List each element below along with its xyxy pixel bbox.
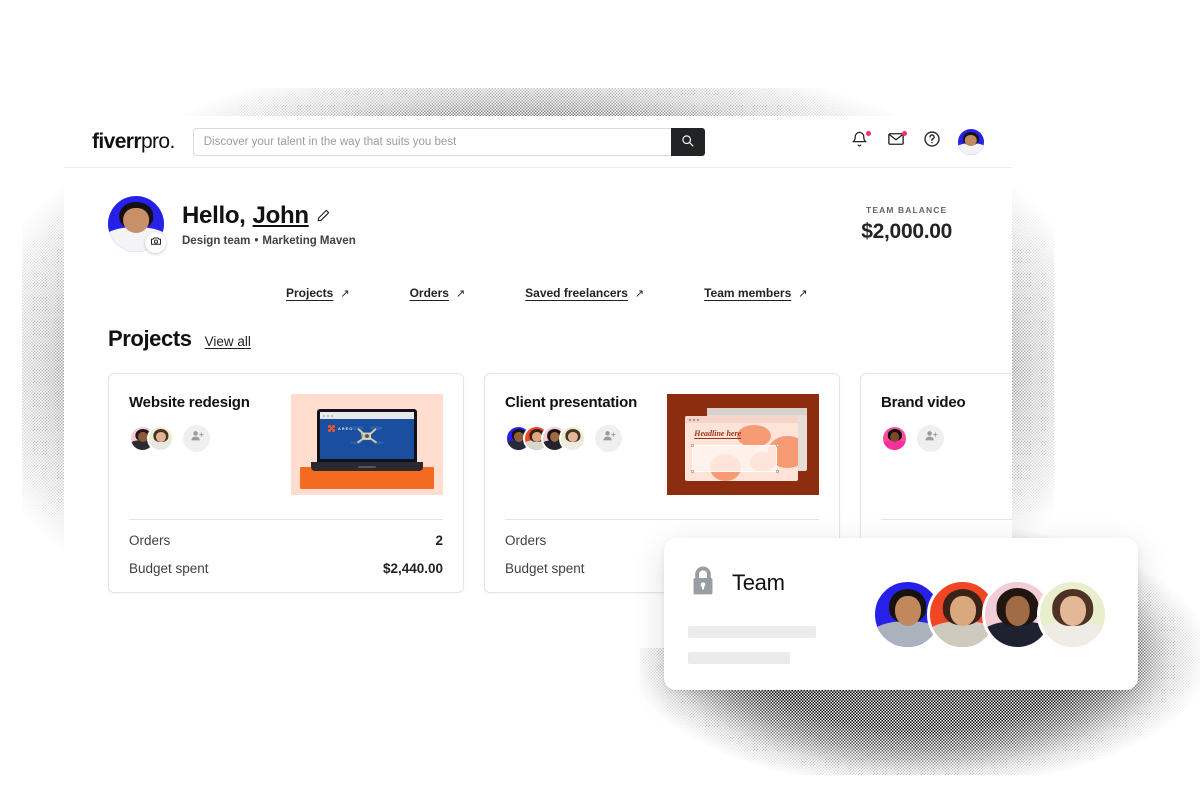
project-title: Website redesign: [129, 394, 250, 411]
member-avatar[interactable]: [147, 425, 174, 452]
quick-link-projects[interactable]: Projects ↗: [286, 286, 350, 300]
stat-label: Orders: [129, 533, 171, 548]
project-card[interactable]: Website redesign AREO Orders 2 Budget sp…: [108, 373, 464, 593]
top-navigation-bar: fiverrpro.: [64, 116, 1012, 168]
card-divider: [881, 519, 1012, 520]
project-thumbnail: AREO: [291, 394, 443, 495]
quick-link-saved-freelancers[interactable]: Saved freelancers ↗: [525, 286, 644, 300]
project-members: [129, 425, 291, 452]
member-avatar[interactable]: [881, 425, 908, 452]
stat-value: $2,440.00: [382, 561, 443, 576]
team-balance: TEAM BALANCE $2,000.00: [861, 205, 968, 244]
team-avatar[interactable]: [1037, 578, 1108, 650]
stat-value: 2: [435, 533, 443, 548]
search-icon: [681, 134, 694, 150]
card-divider: [129, 519, 443, 520]
stat-label: Budget spent: [505, 561, 585, 576]
projects-section-header: Projects View all: [108, 326, 968, 352]
question-circle-icon: [923, 130, 941, 153]
team-card-left: Team: [688, 565, 872, 664]
quick-links: Projects ↗ Orders ↗ Saved freelancers ↗ …: [108, 286, 968, 300]
change-photo-button[interactable]: [145, 232, 166, 253]
logo-bold-text: fiverr: [92, 129, 142, 153]
team-name: Design team: [182, 234, 251, 247]
lock-icon: [688, 565, 718, 602]
team-overlay-card[interactable]: Team: [664, 538, 1138, 690]
team-balance-amount: $2,000.00: [861, 219, 952, 243]
greeting-subtitle: Design team • Marketing Maven: [182, 235, 356, 247]
project-thumbnail: Headline here: [667, 394, 819, 495]
quick-link-label: Saved freelancers: [525, 286, 628, 300]
team-card-header: Team: [688, 565, 872, 602]
card-stat-row: Orders 2: [129, 533, 443, 548]
card-top-row: Website redesign AREO: [129, 394, 443, 495]
camera-icon: [150, 234, 162, 252]
subtitle-separator: •: [254, 234, 259, 247]
greeting-text-block: Hello, John Design team • Marketing Maven: [182, 202, 356, 247]
project-members: [505, 425, 667, 452]
greeting-username[interactable]: John: [253, 202, 309, 230]
greeting-section: Hello, John Design team • Marketing Maven …: [108, 168, 968, 253]
stat-label: Budget spent: [129, 561, 209, 576]
card-top-row: Client presentation Headline here: [505, 394, 819, 495]
arrow-up-right-icon: ↗: [798, 287, 808, 300]
member-avatar[interactable]: [559, 425, 586, 452]
stat-label: Orders: [505, 533, 547, 548]
search-input[interactable]: [192, 127, 671, 156]
team-card-title: Team: [732, 570, 785, 595]
arrow-up-right-icon: ↗: [340, 287, 350, 300]
search-bar: [192, 127, 705, 156]
card-stat-row: Budget spent $2,440.00: [129, 561, 443, 576]
skeleton-line: [688, 625, 816, 638]
quick-link-label: Orders: [409, 286, 449, 300]
fiverr-pro-logo[interactable]: fiverrpro.: [92, 130, 175, 154]
add-person-icon: [190, 429, 204, 448]
card-divider: [505, 519, 819, 520]
add-person-icon: [602, 429, 616, 448]
greeting-heading: Hello, John: [182, 202, 356, 230]
team-balance-label: TEAM BALANCE: [866, 204, 948, 215]
page-title: Projects: [108, 326, 192, 351]
add-member-button[interactable]: [595, 425, 622, 452]
view-all-link[interactable]: View all: [205, 334, 251, 349]
card-info: Client presentation: [505, 394, 667, 495]
page-content: Hello, John Design team • Marketing Maven …: [64, 168, 1012, 593]
project-members: [881, 425, 1012, 452]
quick-link-orders[interactable]: Orders ↗: [410, 286, 466, 300]
card-top-row: Brand video: [881, 394, 1012, 495]
drone-illustration: [350, 426, 384, 445]
help-button[interactable]: [922, 130, 941, 153]
presentation-headline: Headline here: [694, 429, 742, 439]
quick-link-label: Projects: [286, 286, 334, 300]
pencil-icon[interactable]: [316, 202, 331, 230]
logo-normal-text: pro.: [140, 129, 175, 153]
arrow-up-right-icon: ↗: [455, 287, 466, 300]
add-person-icon: [924, 429, 938, 448]
quick-link-label: Team members: [704, 286, 792, 300]
quick-link-team-members[interactable]: Team members ↗: [704, 286, 807, 300]
notifications-button[interactable]: [850, 131, 871, 151]
search-button[interactable]: [670, 127, 705, 156]
team-member-avatars: [872, 578, 1114, 650]
messages-button[interactable]: [886, 131, 907, 151]
role-name: Marketing Maven: [262, 234, 356, 247]
add-member-button[interactable]: [917, 425, 944, 452]
arrow-up-right-icon: ↗: [634, 287, 645, 300]
messages-badge: [902, 131, 907, 136]
card-info: Website redesign: [129, 394, 291, 495]
notifications-badge: [866, 131, 871, 136]
project-title: Client presentation: [505, 394, 638, 411]
user-avatar-button[interactable]: [958, 128, 984, 155]
project-title: Brand video: [881, 394, 966, 411]
add-member-button[interactable]: [183, 425, 210, 452]
profile-avatar[interactable]: [108, 196, 166, 253]
avatar-portrait: [958, 129, 984, 155]
card-info: Brand video: [881, 394, 1012, 495]
topbar-actions: [850, 128, 984, 155]
greeting-prefix: Hello,: [182, 201, 246, 229]
skeleton-line: [688, 651, 790, 664]
